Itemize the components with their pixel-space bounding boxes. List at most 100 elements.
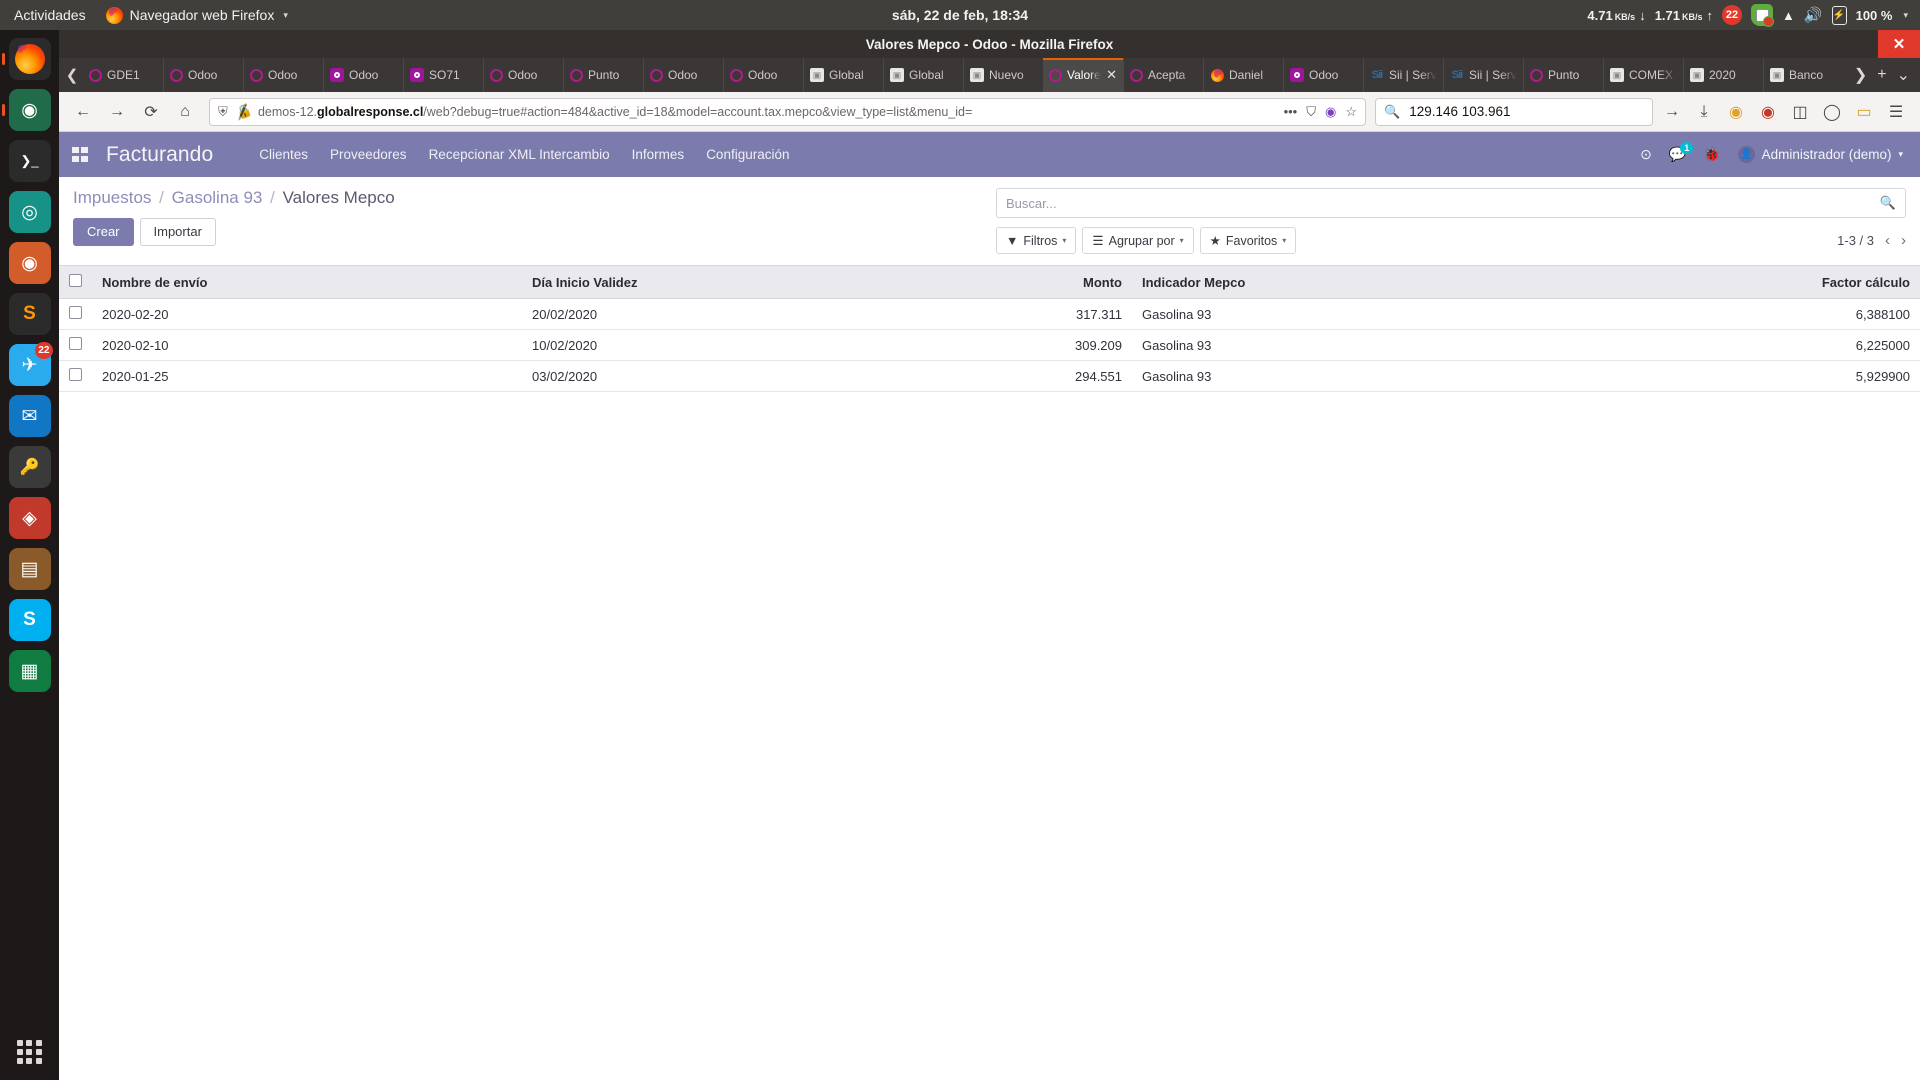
browser-tab[interactable]: ▣ 2020 xyxy=(1683,58,1763,92)
browser-tab[interactable]: Punto xyxy=(1523,58,1603,92)
new-tab-button[interactable]: + xyxy=(1877,66,1886,84)
show-applications-button[interactable] xyxy=(16,1040,43,1064)
import-button[interactable]: Importar xyxy=(139,218,216,247)
breadcrumb-item-impuestos[interactable]: Impuestos xyxy=(73,188,151,207)
messages-icon[interactable]: 💬 1 xyxy=(1669,142,1694,163)
dock-item-archive-manager[interactable]: ▤ xyxy=(8,548,51,590)
browser-tab[interactable]: ▣ Global xyxy=(803,58,883,92)
active-app-menu[interactable]: Navegador web Firefox ▾ xyxy=(98,6,296,24)
pocket-icon[interactable]: ⛉ xyxy=(1306,104,1316,120)
list-all-tabs-icon[interactable]: ⌄ xyxy=(1897,65,1910,85)
browser-tab[interactable]: Daniel xyxy=(1203,58,1283,92)
table-row[interactable]: 2020-01-25 03/02/2020 294.551 Gasolina 93 5,… xyxy=(59,360,1920,392)
table-row[interactable]: 2020-02-10 10/02/2020 309.209 Gasolina 93 6,… xyxy=(59,329,1920,361)
scroll-tabs-left-icon[interactable]: ❮ xyxy=(61,58,83,92)
row-select-cell[interactable] xyxy=(59,360,92,392)
select-all-header[interactable] xyxy=(59,265,92,299)
page-actions-icon[interactable]: ••• xyxy=(1284,104,1298,119)
dock-item-ubuntu-software[interactable]: ◉ xyxy=(8,242,51,284)
column-header-nombre-de-envio[interactable]: Nombre de envío xyxy=(92,265,522,299)
browser-tab[interactable]: Odoo xyxy=(323,58,403,92)
close-icon[interactable]: ✕ xyxy=(1878,30,1920,58)
row-select-cell[interactable] xyxy=(59,298,92,330)
menu-button[interactable]: ☰ xyxy=(1881,97,1911,127)
apps-grid-icon[interactable] xyxy=(72,146,88,163)
dock-item-libreoffice-calc[interactable]: ▦ xyxy=(8,650,51,692)
search-bar[interactable]: 🔍 129.146 103.961 xyxy=(1375,97,1653,126)
activities-button[interactable]: Actividades xyxy=(0,7,98,23)
column-header-dia-inicio-validez[interactable]: Día Inicio Validez xyxy=(522,265,937,299)
downloads-icon[interactable]: ⤓ xyxy=(1689,97,1719,127)
dock-item-terminal[interactable]: ❯_ xyxy=(8,140,51,182)
dock-item-telegram[interactable]: ✈ 22 xyxy=(8,342,53,386)
wifi-icon[interactable]: ▲ xyxy=(1782,8,1795,23)
account-icon[interactable]: ◯ xyxy=(1817,97,1847,127)
row-select-cell[interactable] xyxy=(59,329,92,361)
column-header-indicador-mepco[interactable]: Indicador Mepco xyxy=(1132,265,1547,299)
browser-tab[interactable]: ▣ Nuevo xyxy=(963,58,1043,92)
tracking-protection-icon[interactable]: ⛨ xyxy=(218,104,228,120)
search-icon[interactable]: 🔍 xyxy=(1880,195,1896,211)
app-brand[interactable]: Facturando xyxy=(106,143,213,167)
back-button[interactable]: ← xyxy=(68,97,98,127)
menu-item-recepcionar-xml-intercambio[interactable]: Recepcionar XML Intercambio xyxy=(429,147,610,162)
row-checkbox[interactable] xyxy=(69,306,82,319)
filters-button[interactable]: ▼ Filtros ▾ xyxy=(996,227,1077,254)
menu-item-configuraci-n[interactable]: Configuración xyxy=(706,147,789,162)
dock-item-firefox[interactable] xyxy=(8,38,51,80)
row-checkbox[interactable] xyxy=(69,368,82,381)
container-icon[interactable]: ◉ xyxy=(1325,104,1336,120)
browser-tab[interactable]: Acepta xyxy=(1123,58,1203,92)
dock-item-thunderbird[interactable]: ✉ xyxy=(8,395,51,437)
forward-button[interactable]: → xyxy=(102,97,132,127)
odoo-search-bar[interactable]: Buscar... 🔍 xyxy=(996,188,1906,218)
browser-tab[interactable]: Sii Sii | Servicio xyxy=(1443,58,1523,92)
extension-adblock-icon[interactable]: ◉ xyxy=(1753,97,1783,127)
search-go-icon[interactable]: → xyxy=(1657,97,1687,127)
battery-icon[interactable]: ⚡ xyxy=(1831,5,1847,25)
sync-status-icon[interactable]: ✔ xyxy=(1751,4,1775,27)
browser-tab[interactable]: Punto xyxy=(563,58,643,92)
pager-previous-icon[interactable]: ‹ xyxy=(1885,232,1890,249)
reload-button[interactable]: ⟳ xyxy=(136,97,166,127)
dock-item-chromium[interactable]: ◉ xyxy=(8,89,51,131)
group-by-button[interactable]: ☰ Agrupar por ▾ xyxy=(1082,227,1194,254)
menu-item-clientes[interactable]: Clientes xyxy=(259,147,308,162)
browser-tab[interactable]: Valores Mepco ✕ xyxy=(1043,58,1123,92)
user-menu[interactable]: 👤 Administrador (demo) ▾ xyxy=(1737,146,1903,163)
url-bar[interactable]: ⛨ 🔏 demos-12.globalresponse.cl/web?debug… xyxy=(209,97,1366,126)
column-header-factor-calculo[interactable]: Factor cálculo xyxy=(1547,265,1920,299)
browser-tab[interactable]: Sii Sii | Servicio xyxy=(1363,58,1443,92)
extension-ublock-icon[interactable]: ◉ xyxy=(1721,97,1751,127)
column-header-monto[interactable]: Monto xyxy=(937,265,1132,299)
close-icon[interactable]: ✕ xyxy=(1106,67,1117,83)
help-icon[interactable]: ⊙ xyxy=(1640,146,1652,163)
browser-tab[interactable]: Odoo xyxy=(163,58,243,92)
create-button[interactable]: Crear xyxy=(73,218,134,247)
row-checkbox[interactable] xyxy=(69,337,82,350)
volume-icon[interactable]: 🔊 xyxy=(1804,6,1823,24)
home-button[interactable]: ⌂ xyxy=(170,97,200,127)
browser-tab[interactable]: ▣ COMEX xyxy=(1603,58,1683,92)
browser-tab[interactable]: Odoo xyxy=(643,58,723,92)
insecure-connection-icon[interactable]: 🔏 xyxy=(233,101,254,122)
pager-next-icon[interactable]: › xyxy=(1901,232,1906,249)
notification-badge[interactable]: 22 xyxy=(1722,5,1743,25)
browser-tab[interactable]: SO71 xyxy=(403,58,483,92)
menu-item-proveedores[interactable]: Proveedores xyxy=(330,147,407,162)
breadcrumb-item-gasolina-93[interactable]: Gasolina 93 xyxy=(172,188,263,207)
favorites-button[interactable]: ★ Favoritos ▾ xyxy=(1199,227,1297,254)
browser-tab[interactable]: Odoo xyxy=(723,58,803,92)
dock-item-gitkraken[interactable]: ◎ xyxy=(8,191,51,233)
pager-count[interactable]: 1-3 / 3 xyxy=(1837,233,1874,248)
browser-tab[interactable]: ▣ Global xyxy=(883,58,963,92)
search-input[interactable]: 129.146 103.961 xyxy=(1409,104,1510,119)
dock-item-sublime-text[interactable]: S xyxy=(8,293,51,335)
dock-item-files[interactable]: ◈ xyxy=(8,497,51,539)
debug-icon[interactable]: 🐞 xyxy=(1703,146,1720,163)
bookmark-star-icon[interactable]: ☆ xyxy=(1345,104,1357,120)
library-icon[interactable]: ▭ xyxy=(1849,97,1879,127)
browser-tab[interactable]: Odoo xyxy=(1283,58,1363,92)
system-menu-chevron-icon[interactable]: ▾ xyxy=(1903,10,1908,21)
menu-item-informes[interactable]: Informes xyxy=(632,147,685,162)
